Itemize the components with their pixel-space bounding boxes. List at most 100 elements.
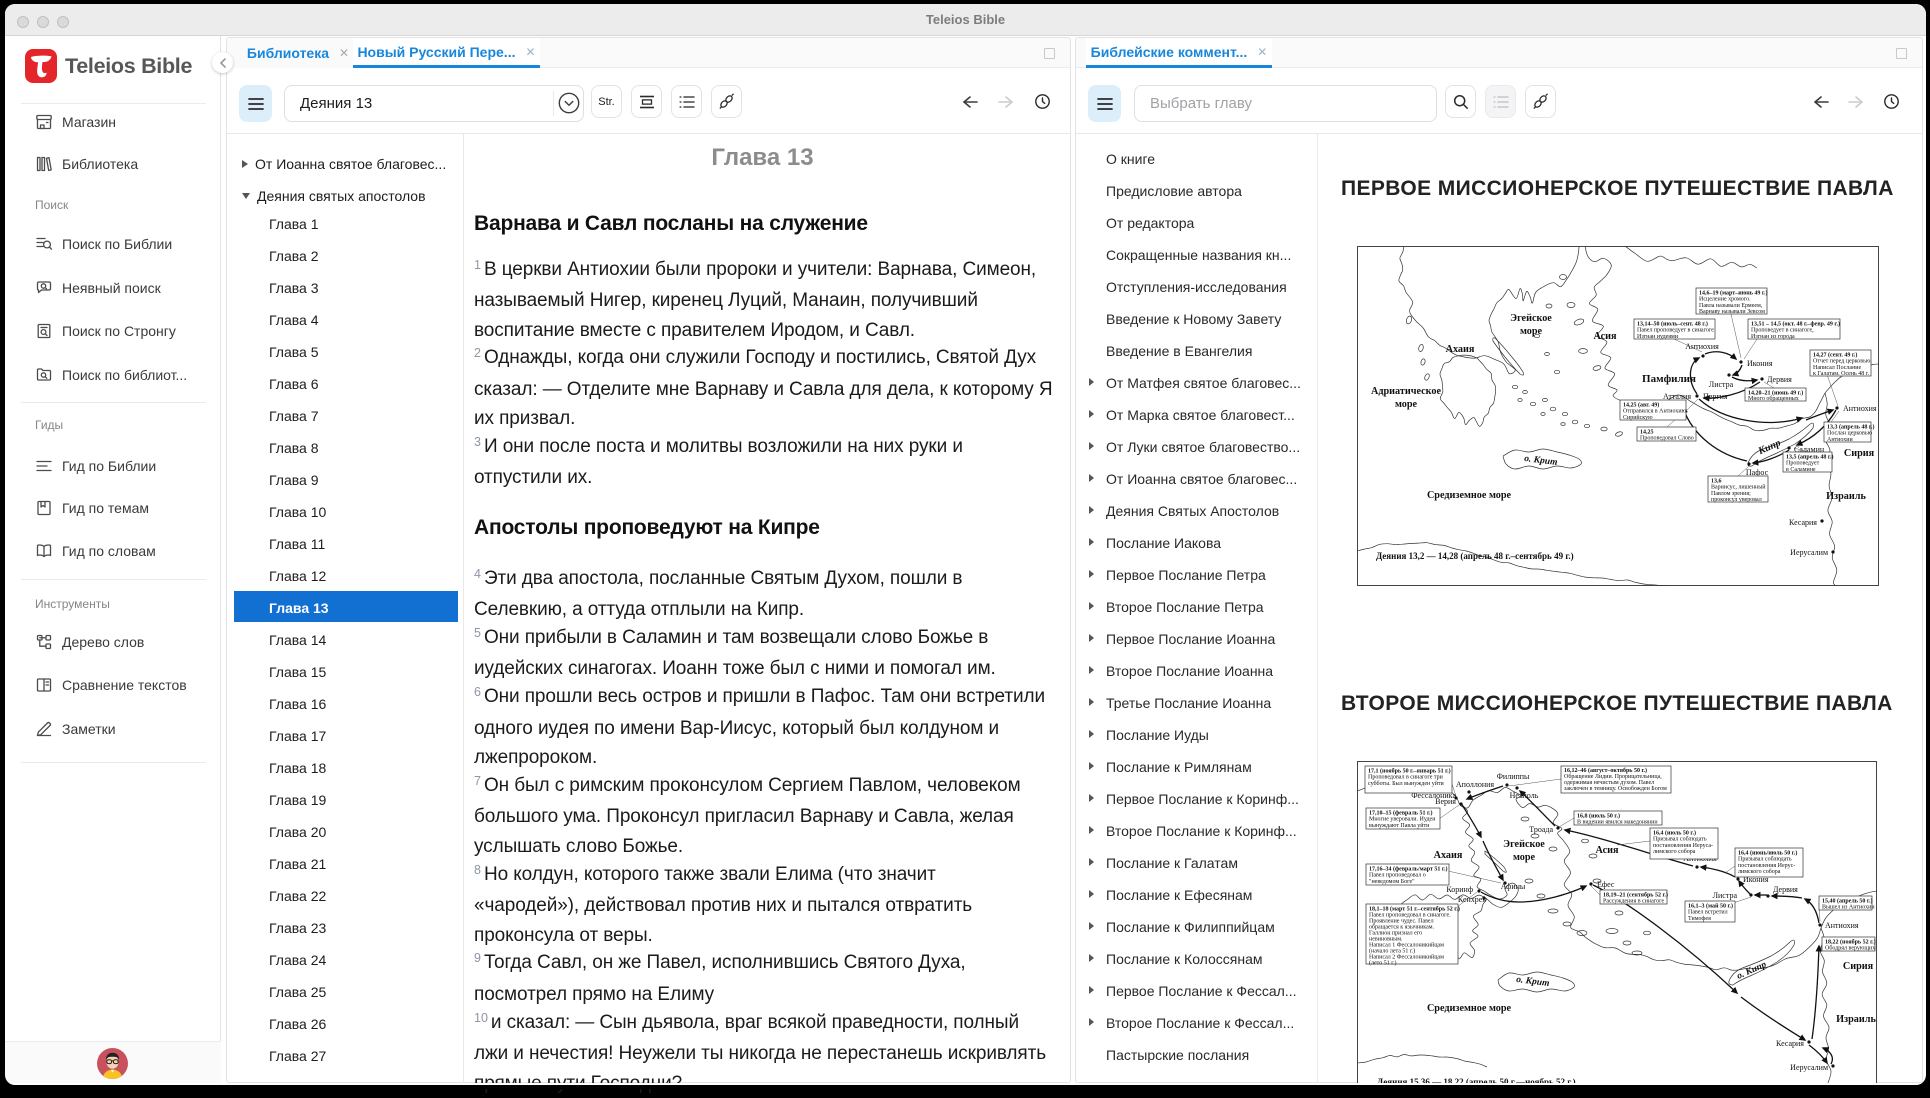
svg-text:Ободрял верующих: Ободрял верующих <box>1825 945 1875 952</box>
svg-text:Верия: Верия <box>1435 797 1456 806</box>
svg-text:Проповедовал Слово: Проповедовал Слово <box>1640 436 1694 442</box>
svg-text:Написал 1 Фессалоникийцам: Написал 1 Фессалоникийцам <box>1369 942 1444 949</box>
svg-text:Послан церковью: Послан церковью <box>1827 431 1873 437</box>
svg-text:16,8 (июль 50 г.): 16,8 (июль 50 г.) <box>1577 813 1620 820</box>
svg-text:Павел встретил: Павел встретил <box>1688 910 1728 916</box>
svg-text:Коринф: Коринф <box>1446 885 1473 894</box>
svg-text:море: море <box>1395 399 1418 410</box>
svg-text:Сирийскую: Сирийскую <box>1623 414 1653 421</box>
svg-text:Написал 2 Фессалоникийцам: Написал 2 Фессалоникийцам <box>1369 954 1444 961</box>
svg-text:Троада: Троада <box>1529 825 1553 834</box>
svg-text:Неаполь: Неаполь <box>1510 791 1539 800</box>
svg-text:Израиль: Израиль <box>1826 491 1866 502</box>
svg-text:13,6: 13,6 <box>1711 479 1722 485</box>
svg-text:13,14–50 (июль–сент. 48 г.): 13,14–50 (июль–сент. 48 г.) <box>1637 321 1708 328</box>
svg-text:Деяния 13,2 — 14,28 (апрель 48: Деяния 13,2 — 14,28 (апрель 48 г.–сентяб… <box>1376 551 1574 561</box>
svg-text:заключен в темницу. Освобожден: заключен в темницу. Освобожден Богом <box>1564 785 1667 792</box>
svg-text:Икония: Икония <box>1747 359 1773 368</box>
svg-text:Кенхрея: Кенхрея <box>1458 895 1486 904</box>
svg-text:18,22 (ноябрь 52 г.): 18,22 (ноябрь 52 г.) <box>1825 939 1876 946</box>
svg-text:Рассуждения в синагоге: Рассуждения в синагоге <box>1603 899 1664 905</box>
svg-text:Адриатическое: Адриатическое <box>1371 386 1441 397</box>
svg-text:16,4 (июнь/июль 50 г.): 16,4 (июнь/июль 50 г.) <box>1738 850 1797 857</box>
svg-text:17,10–15 (февраль 51 г.): 17,10–15 (февраль 51 г.) <box>1369 810 1433 817</box>
svg-text:Атталия: Атталия <box>1663 392 1691 401</box>
svg-text:Изгнан иудеями: Изгнан иудеями <box>1637 334 1679 340</box>
svg-text:в Саламине: в Саламине <box>1786 467 1816 473</box>
svg-text:18,19–21 (сентябрь 52 г.): 18,19–21 (сентябрь 52 г.) <box>1603 892 1668 899</box>
svg-text:16,12–46 (август–октябрь 50 г.: 16,12–46 (август–октябрь 50 г.) <box>1564 767 1647 774</box>
svg-text:Антиохия: Антиохия <box>1843 404 1877 413</box>
svg-text:лимского собора: лимского собора <box>1738 868 1781 875</box>
svg-text:Вышел из Антиохии: Вышел из Антиохии <box>1822 905 1875 911</box>
svg-text:Дервия: Дервия <box>1773 885 1798 894</box>
svg-text:Антиохия: Антиохия <box>1685 342 1719 351</box>
svg-text:13,51 – 14,5 (окт. 48 г.–февр.: 13,51 – 14,5 (окт. 48 г.–февр. 49 г.) <box>1751 321 1840 328</box>
svg-text:Листра: Листра <box>1713 891 1738 900</box>
svg-text:море: море <box>1513 852 1536 863</box>
svg-text:13,5 (апрель 48 г.): 13,5 (апрель 48 г.) <box>1786 454 1833 461</box>
svg-text:проконсул уверовал: проконсул уверовал <box>1711 497 1762 503</box>
svg-text:14,25 (авг. 49): 14,25 (авг. 49) <box>1623 402 1659 409</box>
svg-text:Иерусалим: Иерусалим <box>1790 548 1828 557</box>
svg-text:Павла называли Ермеем,: Павла называли Ермеем, <box>1699 303 1763 309</box>
svg-text:Листра: Листра <box>1709 380 1734 389</box>
svg-text:Кесария: Кесария <box>1789 518 1817 527</box>
svg-text:Павлом зрения;: Павлом зрения; <box>1711 491 1751 497</box>
svg-text:16,1–3 (май 50 г.): 16,1–3 (май 50 г.) <box>1688 903 1733 910</box>
svg-text:к Галатам. Осень 48 г.: к Галатам. Осень 48 г. <box>1813 371 1870 377</box>
svg-text:Много обращенных: Много обращенных <box>1748 395 1799 402</box>
svg-text:Отправился в Антиохию: Отправился в Антиохию <box>1623 409 1687 415</box>
svg-text:14,6–19 (март–июнь 49 г.): 14,6–19 (март–июнь 49 г.) <box>1699 290 1767 297</box>
svg-text:лимского собора: лимского собора <box>1653 848 1696 855</box>
svg-text:18,1–18 (март 51 г.–сентябрь 5: 18,1–18 (март 51 г.–сентябрь 52 г.) <box>1369 906 1460 913</box>
svg-text:Памфилия: Памфилия <box>1642 373 1696 385</box>
svg-text:Иерусалим: Иерусалим <box>1790 1063 1828 1072</box>
svg-text:Проповедует в синагоге,: Проповедует в синагоге, <box>1751 328 1814 334</box>
svg-text:Сирия: Сирия <box>1844 448 1875 459</box>
svg-text:14,25: 14,25 <box>1640 430 1654 436</box>
svg-text:Павел проповедовал о: Павел проповедовал о <box>1369 873 1426 879</box>
svg-text:Антиохия: Антиохия <box>1825 921 1859 930</box>
svg-text:Исцеление хромого.: Исцеление хромого. <box>1699 297 1751 303</box>
svg-text:Средиземное море: Средиземное море <box>1427 1003 1512 1014</box>
svg-text:Филиппы: Филиппы <box>1497 772 1530 781</box>
svg-text:(лето 51 г.): (лето 51 г.) <box>1369 960 1396 967</box>
svg-text:17,16–34 (февраль/март 51 г.): 17,16–34 (февраль/март 51 г.) <box>1369 866 1447 873</box>
svg-text:Израиль: Израиль <box>1836 1014 1876 1025</box>
svg-text:море: море <box>1520 326 1543 337</box>
svg-text:Средиземное море: Средиземное море <box>1427 490 1512 501</box>
svg-text:Павел проповедует в синагоге: Павел проповедует в синагоге <box>1637 328 1714 334</box>
svg-text:Многие уверовали. Иудеи: Многие уверовали. Иудеи <box>1369 817 1436 823</box>
svg-text:"неведомом Боге": "неведомом Боге" <box>1369 879 1415 885</box>
svg-text:Афины: Афины <box>1501 882 1526 891</box>
svg-text:В видении явился македонянин: В видении явился македонянин <box>1577 820 1658 826</box>
svg-text:субботы. Был вынужден уйти: субботы. Был вынужден уйти <box>1368 780 1445 787</box>
svg-text:Проповедует: Проповедует <box>1786 461 1820 467</box>
svg-text:Ахаия: Ахаия <box>1446 344 1475 355</box>
svg-text:вынуждают Павла уйти: вынуждают Павла уйти <box>1369 822 1430 829</box>
svg-text:Сирия: Сирия <box>1843 961 1874 972</box>
svg-text:15,40 (апрель 50 г.): 15,40 (апрель 50 г.) <box>1822 898 1872 905</box>
svg-text:Ахаия: Ахаия <box>1434 850 1463 861</box>
svg-text:Написал Послание: Написал Послание <box>1813 365 1862 371</box>
svg-text:13,3 (апрель 48 г.): 13,3 (апрель 48 г.) <box>1827 424 1874 431</box>
svg-text:Антиохии: Антиохии <box>1827 437 1853 443</box>
svg-text:Ефес: Ефес <box>1597 880 1615 889</box>
svg-text:Дервия: Дервия <box>1767 375 1792 384</box>
svg-text:Призывал соблюдать: Призывал соблюдать <box>1653 836 1707 843</box>
svg-text:Эгейское: Эгейское <box>1503 839 1545 850</box>
svg-text:обращается к язычникам.: обращается к язычникам. <box>1369 924 1435 931</box>
svg-text:Аполлония: Аполлония <box>1456 780 1495 789</box>
svg-text:Тимофея: Тимофея <box>1688 915 1711 922</box>
svg-text:Кесария: Кесария <box>1776 1039 1804 1048</box>
svg-text:Призывал соблюдать: Призывал соблюдать <box>1738 856 1792 863</box>
svg-text:Обращение Лидии. Прорицательни: Обращение Лидии. Прорицательница, <box>1564 773 1662 780</box>
svg-text:(начало лета 51 г.): (начало лета 51 г.) <box>1369 948 1415 955</box>
svg-text:17,1 (ноябрь 50 г.–январь 51 г: 17,1 (ноябрь 50 г.–январь 51 г.) <box>1368 768 1451 775</box>
svg-text:Проповедовал в синагоге три: Проповедовал в синагоге три <box>1368 775 1444 781</box>
svg-text:Вариисус, лишенный: Вариисус, лишенный <box>1711 484 1766 491</box>
svg-text:Изгнан из города: Изгнан из города <box>1751 334 1795 340</box>
svg-text:постановления Иерус-: постановления Иерус- <box>1738 863 1795 869</box>
svg-text:Пафос: Пафос <box>1746 468 1769 477</box>
